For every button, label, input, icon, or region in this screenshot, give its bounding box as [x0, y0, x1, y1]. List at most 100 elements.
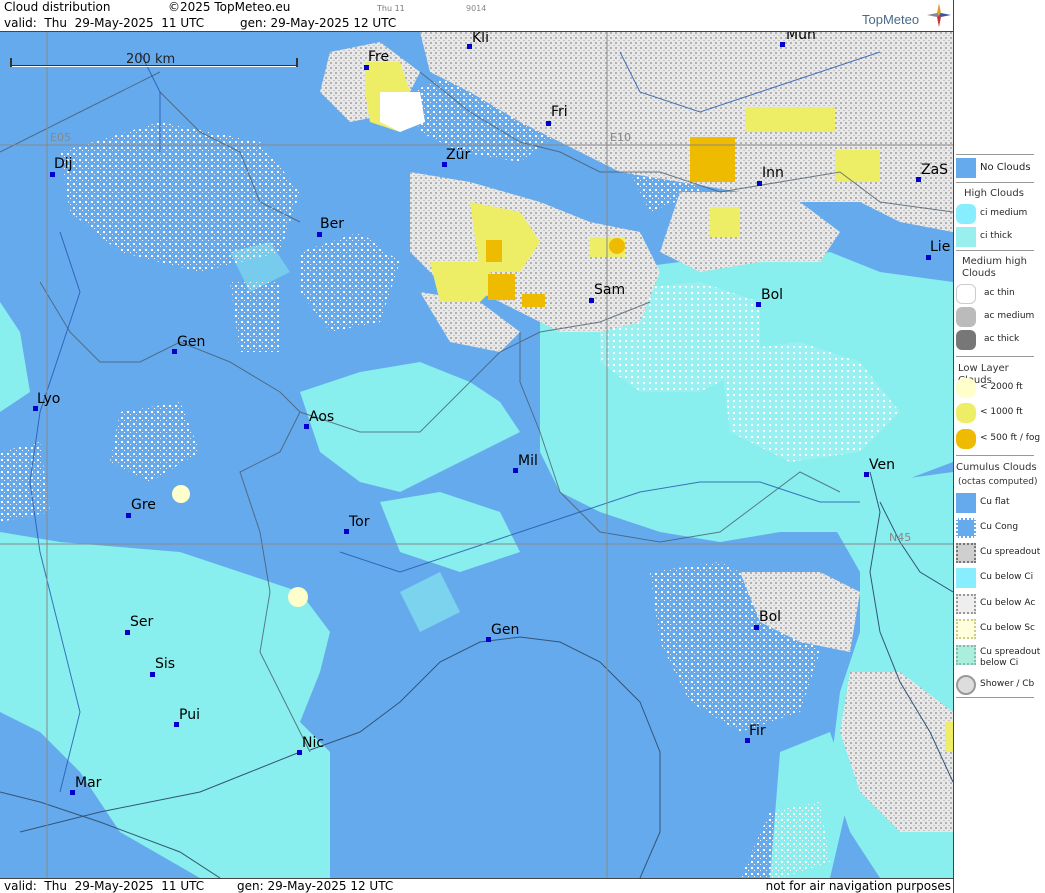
topmeteo-logo-text: TopMeteo: [862, 12, 920, 27]
valid-time: valid: Thu 29-May-2025 11 UTC: [4, 16, 205, 30]
legend-label: < 1000 ft: [980, 407, 1023, 417]
footer-valid-time: valid: Thu 29-May-2025 11 UTC: [4, 879, 205, 893]
city-label[interactable]: Aos: [309, 409, 334, 425]
generated-time: gen: 29-May-2025 12 UTC: [240, 16, 397, 30]
city-label[interactable]: Fri: [551, 104, 568, 120]
city-marker: [754, 625, 759, 630]
footer-generated-time: gen: 29-May-2025 12 UTC: [237, 879, 394, 893]
city-label[interactable]: Lie: [930, 239, 950, 255]
cu-spreadout-ci-swatch: [956, 645, 976, 665]
legend-ac-thin: ac thin: [956, 284, 1044, 304]
legend-label: Cu spreadout: [980, 647, 1041, 657]
legend-divider: [956, 697, 1034, 698]
city-label[interactable]: Nic: [302, 735, 324, 751]
cu-cong-swatch: [956, 518, 976, 538]
low-1000-swatch: [956, 403, 976, 423]
map-footer: valid: Thu 29-May-2025 11 UTC gen: 29-Ma…: [0, 878, 953, 893]
city-marker: [125, 630, 130, 635]
city-label[interactable]: Ber: [320, 216, 344, 232]
legend-low-500: < 500 ft / fog: [956, 429, 1044, 449]
ac-thick-swatch: [956, 330, 976, 350]
legend-label: ac thick: [984, 334, 1020, 344]
city-label[interactable]: Inn: [762, 165, 784, 181]
city-label[interactable]: Zür: [446, 147, 470, 163]
grid-label-n45: N45: [889, 531, 912, 544]
city-label[interactable]: Kli: [472, 32, 489, 46]
legend-label: Cu flat: [980, 497, 1010, 507]
legend-heading-high: High Clouds: [964, 188, 1024, 199]
ac-thin-swatch: [956, 284, 976, 304]
legend-divider: [956, 182, 1034, 183]
scale-bar: 200 km: [10, 52, 298, 70]
legend-cu-below-ac: Cu below Ac: [956, 594, 1044, 614]
city-label[interactable]: Gre: [131, 497, 156, 513]
legend-label: Cu below Sc: [980, 623, 1035, 633]
legend-cu-cong: Cu Cong: [956, 518, 1044, 538]
city-label[interactable]: Pui: [179, 707, 200, 723]
legend-cu-flat: Cu flat: [956, 493, 1044, 513]
legend-ac-medium: ac medium: [956, 307, 1044, 327]
city-label[interactable]: Sam: [594, 282, 625, 298]
city-label[interactable]: Fir: [749, 723, 766, 739]
legend-cu-below-sc: Cu below Sc: [956, 619, 1044, 639]
cu-below-ac-swatch: [956, 594, 976, 614]
cloud-map[interactable]: 200 km E05 E10 N45 Mün Kli Fre Fri Dij Z…: [0, 32, 953, 878]
city-marker: [364, 65, 369, 70]
legend-label: < 2000 ft: [980, 382, 1023, 392]
cu-flat-swatch: [956, 493, 976, 513]
map-title: Cloud distribution: [4, 0, 111, 14]
legend-label: below Ci: [980, 658, 1019, 668]
city-label[interactable]: Gen: [491, 622, 519, 638]
legend-label: ci medium: [980, 208, 1028, 218]
city-label[interactable]: ZaS: [921, 162, 948, 178]
legend-subheading-cumulus: (octas computed): [958, 477, 1038, 487]
city-label[interactable]: Mün: [786, 32, 816, 43]
ac-medium-swatch: [956, 307, 976, 327]
no-clouds-swatch: [956, 158, 976, 178]
city-label[interactable]: Lyo: [37, 391, 60, 407]
city-label[interactable]: Gen: [177, 334, 205, 350]
legend-label: Shower / Cb: [980, 679, 1035, 689]
legend-label: ci thick: [980, 231, 1013, 241]
city-label[interactable]: Mil: [518, 453, 538, 469]
legend-heading-cumulus: Cumulus Clouds: [956, 462, 1037, 473]
legend-divider: [956, 154, 1034, 155]
small-day-label: Thu 11: [377, 4, 405, 13]
city-label[interactable]: Dij: [54, 156, 73, 172]
ci-medium-swatch: [956, 204, 976, 224]
city-marker: [546, 121, 551, 126]
city-marker: [150, 672, 155, 677]
city-label[interactable]: Ven: [869, 457, 895, 473]
city-label[interactable]: Bol: [761, 287, 783, 303]
legend-label: Cu spreadout: [980, 547, 1041, 557]
city-label[interactable]: Fre: [368, 49, 389, 65]
low-2000-swatch: [956, 378, 976, 398]
low-500-swatch: [956, 429, 976, 449]
city-label[interactable]: Bol: [759, 609, 781, 625]
city-label[interactable]: Ser: [130, 614, 153, 630]
legend-shower: Shower / Cb: [956, 675, 1044, 695]
legend-no-clouds: No Clouds: [956, 158, 1044, 178]
city-marker: [757, 181, 762, 186]
grid-label-e10: E10: [610, 131, 631, 144]
legend-divider: [956, 250, 1034, 251]
legend-low-1000: < 1000 ft: [956, 403, 1044, 423]
legend-divider: [956, 356, 1034, 357]
map-header: Cloud distribution ©2025 TopMeteo.eu Thu…: [0, 0, 953, 32]
city-label[interactable]: Sis: [155, 656, 175, 672]
city-label[interactable]: Mar: [75, 775, 101, 791]
city-marker: [926, 255, 931, 260]
scale-tick: [10, 58, 12, 67]
city-marker: [780, 42, 785, 47]
city-label[interactable]: Tor: [349, 514, 370, 530]
city-marker: [126, 513, 131, 518]
legend-cu-below-ci: Cu below Ci: [956, 568, 1044, 588]
scale-label: 200 km: [126, 52, 176, 67]
legend-cu-spreadout-below-ci: Cu spreadout below Ci: [956, 645, 1044, 671]
legend-ac-thick: ac thick: [956, 330, 1044, 350]
legend-ci-medium: ci medium: [956, 204, 1044, 224]
legend-heading-medium: Medium high Clouds: [962, 256, 1027, 279]
scale-tick: [296, 58, 298, 67]
legend-ci-thick: ci thick: [956, 227, 1044, 247]
legend-low-2000: < 2000 ft: [956, 378, 1044, 398]
